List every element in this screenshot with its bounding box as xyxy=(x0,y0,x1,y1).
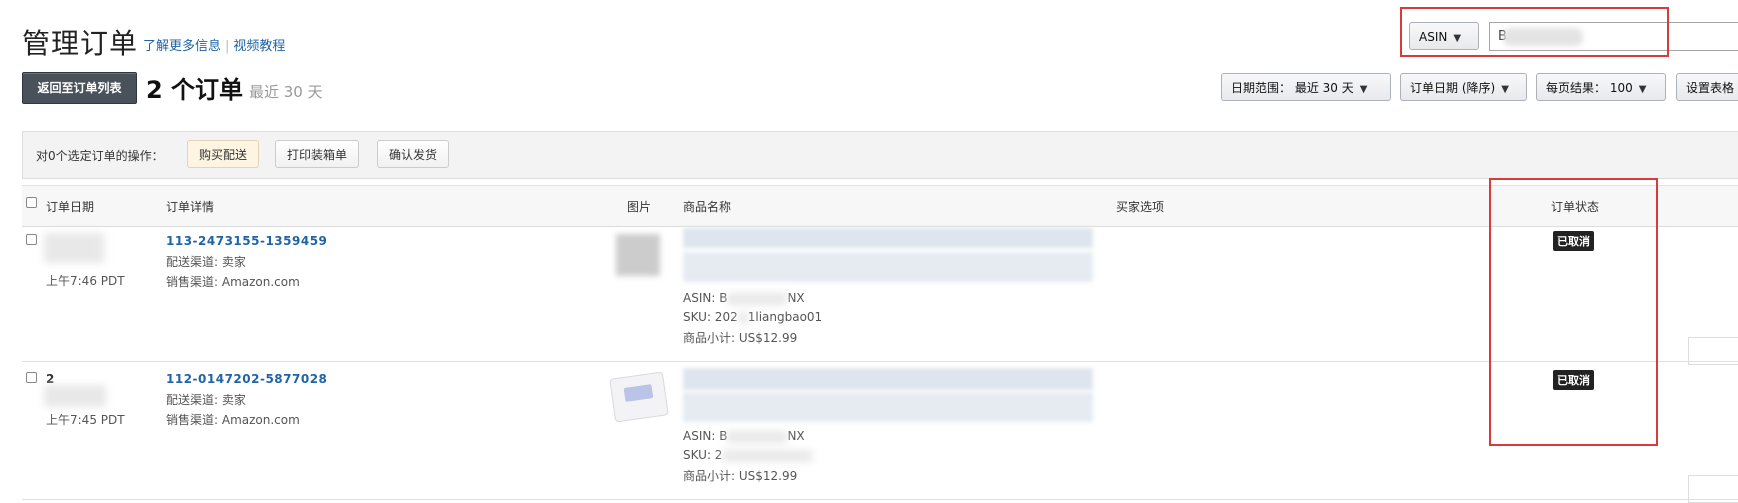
order-date: 2 xyxy=(46,372,55,386)
per-page-value: 每页结果： 100 xyxy=(1546,81,1633,95)
row-divider xyxy=(22,361,1738,362)
chevron-down-icon: ▼ xyxy=(1638,84,1647,95)
link-divider: | xyxy=(225,39,230,54)
redacted-blur xyxy=(722,449,813,462)
redacted-blur xyxy=(727,430,788,443)
sku-prefix: SKU: 2 xyxy=(683,448,723,462)
per-page-select[interactable]: 每页结果： 100 ▼ xyxy=(1536,73,1666,101)
product-subtotal: 商品小计: US$12.99 xyxy=(683,469,798,483)
product-sku: SKU: 202 1liangbao01 xyxy=(683,310,822,324)
product-image-detail xyxy=(623,384,654,402)
order-id-link[interactable]: 112-0147202-5877028 xyxy=(166,372,327,386)
fulfillment-channel: 配送渠道: 卖家 xyxy=(166,255,246,269)
page-title: 管理订单 xyxy=(22,27,139,60)
table-settings-button[interactable]: 设置表格 xyxy=(1676,73,1738,101)
sort-select[interactable]: 订单日期 (降序) ▼ xyxy=(1400,73,1527,101)
back-to-order-list-button[interactable]: 返回至订单列表 xyxy=(22,72,137,104)
confirm-shipment-button[interactable]: 确认发货 xyxy=(377,140,450,168)
annotation-box-search xyxy=(1400,7,1669,57)
col-product-name: 商品名称 xyxy=(683,200,732,214)
redacted-blur xyxy=(727,292,788,305)
table-header xyxy=(22,185,1738,227)
product-thumbnail[interactable] xyxy=(609,371,669,423)
date-range-select[interactable]: 日期范围： 最近 30 天 ▼ xyxy=(1221,73,1391,101)
col-order-date[interactable]: 订单日期 xyxy=(46,198,94,215)
chevron-down-icon: ▼ xyxy=(1359,84,1368,95)
product-thumbnail[interactable] xyxy=(616,234,660,276)
order-id-link[interactable]: 113-2473155-1359459 xyxy=(166,234,327,248)
bulk-action-label: 对0个选定订单的操作： xyxy=(36,149,164,163)
asin-suffix: NX xyxy=(787,429,805,443)
redacted-blur xyxy=(683,228,1093,248)
select-all-checkbox[interactable] xyxy=(26,197,37,208)
sku-prefix: SKU: 202 xyxy=(683,310,738,324)
product-asin: ASIN: B NX xyxy=(683,429,805,443)
sales-channel: 销售渠道: Amazon.com xyxy=(166,275,300,289)
annotation-box-status xyxy=(1489,178,1658,446)
order-time: 上午7:46 PDT xyxy=(46,274,125,288)
help-links: 了解更多信息 | 视频教程 xyxy=(143,35,285,54)
redacted-blur xyxy=(683,368,1093,390)
redacted-blur xyxy=(44,385,106,407)
redacted-blur xyxy=(737,311,748,324)
col-order-details: 订单详情 xyxy=(166,200,215,214)
product-sku: SKU: 2 xyxy=(683,448,813,462)
redacted-blur xyxy=(44,233,104,263)
date-range-value: 日期范围： 最近 30 天 xyxy=(1231,81,1354,95)
asin-suffix: NX xyxy=(787,291,805,305)
sort-value: 订单日期 (降序) xyxy=(1410,81,1496,95)
fulfillment-channel: 配送渠道: 卖家 xyxy=(166,393,246,407)
video-tutorial-link[interactable]: 视频教程 xyxy=(233,39,285,54)
asin-prefix: ASIN: B xyxy=(683,429,728,443)
more-info-link[interactable]: 了解更多信息 xyxy=(143,39,221,54)
product-subtotal: 商品小计: US$12.99 xyxy=(683,331,798,345)
redacted-blur xyxy=(683,252,1093,282)
order-count: 2 个订单 xyxy=(146,76,244,104)
row-checkbox[interactable] xyxy=(26,372,37,383)
sales-channel: 销售渠道: Amazon.com xyxy=(166,413,300,427)
print-packing-slip-button[interactable]: 打印装箱单 xyxy=(275,140,360,168)
col-buyer-options: 买家选项 xyxy=(1116,200,1165,214)
col-image: 图片 xyxy=(627,200,652,214)
date-range-hint: 最近 30 天 xyxy=(249,83,323,101)
table-settings-label: 设置表格 xyxy=(1686,81,1735,95)
row-divider xyxy=(22,499,1738,500)
row-checkbox[interactable] xyxy=(26,234,37,245)
product-asin: ASIN: B NX xyxy=(683,291,805,305)
buy-shipping-button[interactable]: 购买配送 xyxy=(187,140,260,168)
asin-prefix: ASIN: B xyxy=(683,291,728,305)
redacted-blur xyxy=(683,392,1093,422)
order-time: 上午7:45 PDT xyxy=(46,413,125,427)
sku-suffix: 1liangbao01 xyxy=(747,310,823,324)
chevron-down-icon: ▼ xyxy=(1501,84,1509,95)
